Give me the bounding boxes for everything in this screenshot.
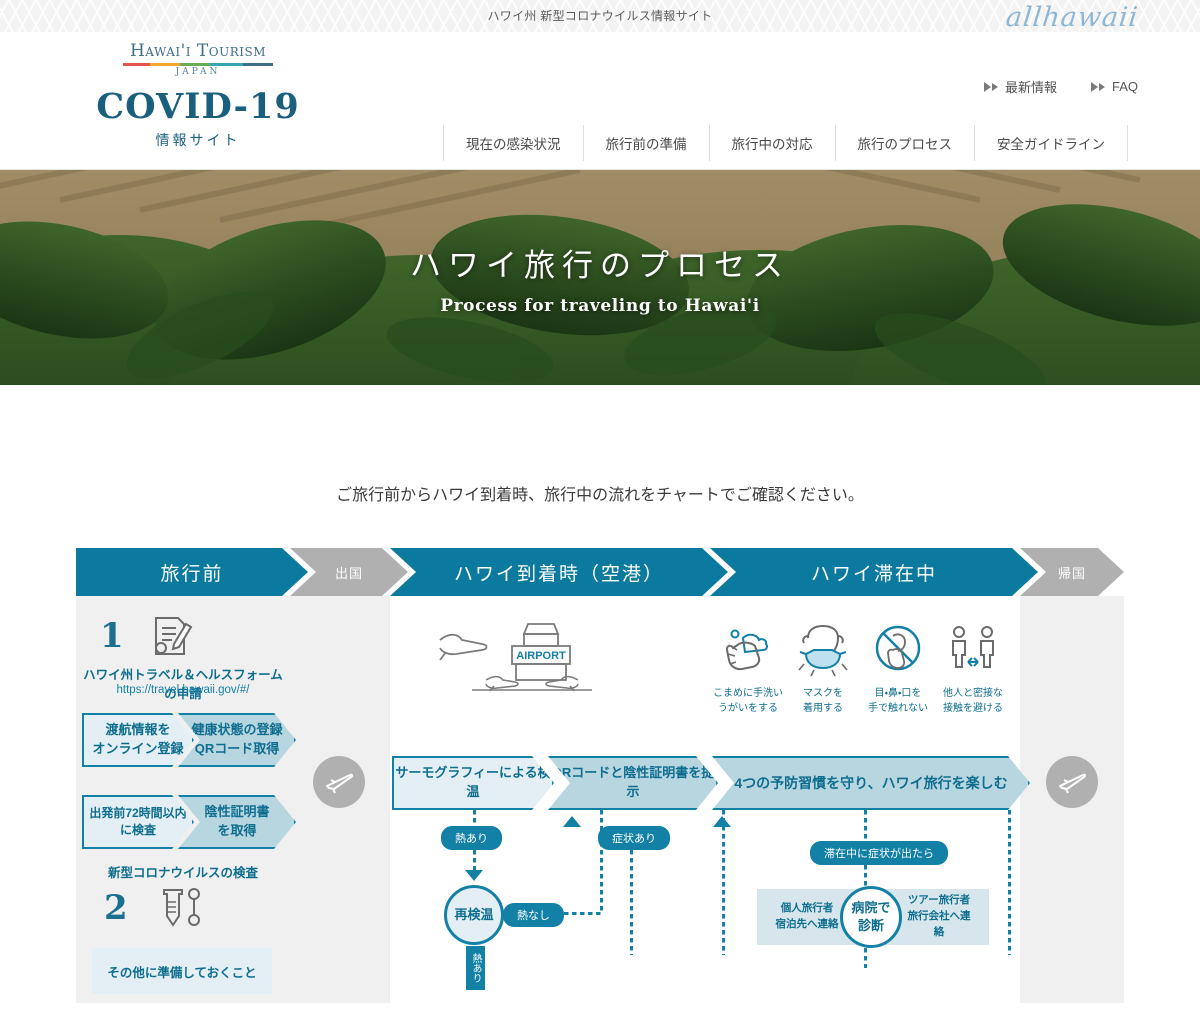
node-hospital-diagnosis: 病院で 診断 xyxy=(840,886,902,948)
nav-item-pre-travel-prep[interactable]: 旅行前の準備 xyxy=(582,125,709,161)
habit-no-face-touch-label: 目・鼻・口を 手で触れない xyxy=(868,688,928,714)
hospital-right-label: ツアー旅行者 旅行会社へ連絡 xyxy=(907,894,971,938)
airplane-departure-icon xyxy=(1059,773,1087,794)
hawaii-tourism-japan-text: JAPAN xyxy=(175,66,221,77)
arrival-step-qr-certificate: QRコードと陰性証明書を提示 xyxy=(548,756,718,810)
flow-line-symptom xyxy=(630,850,633,955)
pill-fever: 熱あり xyxy=(441,826,502,850)
nav-item-travel-process[interactable]: 旅行のプロセス xyxy=(834,125,975,161)
habit-social-distance-label: 他人と密接な 接触を避ける xyxy=(943,688,1003,714)
flow-line-qr-down xyxy=(600,810,603,914)
pre-travel-row2-step1: 出発前72時間以内 に検査 xyxy=(82,795,194,849)
pre-travel-step2-caption: 新型コロナウイルスの検査 xyxy=(107,866,258,880)
pre-travel-other-box[interactable]: その他に準備しておくこと xyxy=(92,948,272,994)
hero-banner: ハワイ旅行のプロセス Process for traveling to Hawa… xyxy=(0,170,1200,385)
flow-line-symptom-during xyxy=(864,810,867,842)
page-subtitle: 情報サイト xyxy=(155,131,241,148)
habit-hand-wash-label: こまめに手洗い うがいをする xyxy=(713,688,783,714)
nav-item-safety-guideline[interactable]: 安全ガイドライン xyxy=(974,125,1128,161)
document-pen-icon xyxy=(154,617,193,655)
return-plane-badge xyxy=(1046,756,1098,808)
label-fever-again: 熱あり xyxy=(466,946,485,990)
page-title: COVID-19 xyxy=(96,85,300,127)
staying-step-four-habits: 4つの予防習慣を守り、ハワイ旅行を楽しむ xyxy=(712,756,1030,810)
pre-travel-step1-url[interactable]: https://travel.hawaii.gov/#/ xyxy=(78,684,288,696)
hand-wash-icon xyxy=(725,629,768,671)
hero-title-jp: ハワイ旅行のプロセス xyxy=(410,247,790,283)
arrival-step-thermography: サーモグラフィーによる検温 xyxy=(392,756,554,810)
main-navigation: 現在の感染状況 旅行前の準備 旅行中の対応 旅行のプロセス 安全ガイドライン xyxy=(443,125,1128,161)
flow-line-hospital-down xyxy=(864,948,867,968)
utility-link-faq[interactable]: FAQ xyxy=(1090,79,1138,94)
pill-symptom-during-stay: 滞在中に症状が出たら xyxy=(810,841,948,865)
site-header: Hawai'i Tourism JAPAN COVID-19 情報サイト 最新情… xyxy=(0,32,1200,170)
social-distance-icon xyxy=(952,626,994,668)
pre-travel-step2-heading: 2 xyxy=(104,884,204,932)
travel-process-chart: 旅行前 出国 ハワイ到着時（空港） ハワイ滞在中 帰国 1 ハワイ州トラベル＆ヘ… xyxy=(0,548,1200,1003)
pill-no-fever: 熱なし xyxy=(503,903,564,927)
airport-icon-label: AIRPORT xyxy=(516,650,566,662)
utility-link-news-label: 最新情報 xyxy=(1004,80,1057,95)
stage-staying: ハワイ滞在中 xyxy=(710,548,1038,596)
flow-line-staying-left xyxy=(722,810,725,955)
airport-terminal-icon: AIRPORT xyxy=(439,623,592,692)
chevron-down-icon xyxy=(465,870,483,881)
double-triangle-icon xyxy=(983,81,998,92)
utility-link-faq-label: FAQ xyxy=(1111,79,1138,94)
flow-line-fever-2 xyxy=(473,850,476,870)
chevron-up-icon xyxy=(713,816,731,827)
utility-link-news[interactable]: 最新情報 xyxy=(983,77,1057,96)
nav-item-current-status[interactable]: 現在の感染状況 xyxy=(443,125,583,161)
pre-travel-step2-number: 2 xyxy=(104,888,128,928)
habit-no-face-touch: 目・鼻・口を 手で触れない xyxy=(860,624,936,716)
stage-arrival: ハワイ到着時（空港） xyxy=(390,548,728,596)
habit-hand-wash: こまめに手洗い うがいをする xyxy=(710,624,786,716)
hospital-left-label: 個人旅行者 宿泊先へ連絡 xyxy=(775,902,839,930)
allhawaii-logo[interactable]: allhawaii xyxy=(1004,2,1140,32)
habit-face-mask: マスクを 着用する xyxy=(785,624,861,716)
double-triangle-icon xyxy=(1090,81,1105,92)
node-recheck-temperature: 再検温 xyxy=(444,885,504,945)
pill-symptom: 症状あり xyxy=(598,826,670,850)
habit-face-mask-label: マスクを 着用する xyxy=(803,688,843,714)
pre-travel-step1-number: 1 xyxy=(100,616,124,656)
flow-line-staying-right xyxy=(1008,810,1011,955)
habit-social-distance: 他人と密接な 接触を避ける xyxy=(935,624,1011,716)
stage-pre-travel: 旅行前 xyxy=(76,548,308,596)
site-logo[interactable]: Hawai'i Tourism JAPAN COVID-19 情報サイト xyxy=(78,42,318,150)
nav-item-during-travel[interactable]: 旅行中の対応 xyxy=(708,125,835,161)
pre-travel-row1-step1: 渡航情報を オンライン登録 xyxy=(82,713,194,767)
hero-title-en: Process for traveling to Hawai'i xyxy=(440,295,760,316)
rainbow-rule xyxy=(123,62,273,66)
hawaii-tourism-logo-text: Hawai'i Tourism xyxy=(129,41,267,61)
pre-travel-step1-heading: 1 xyxy=(100,610,196,662)
intro-text: ご旅行前からハワイ到着時、旅行中の流れをチャートでご確認ください。 xyxy=(336,487,864,504)
stage-return-label: 帰国 xyxy=(1020,548,1124,596)
departure-plane-badge xyxy=(313,756,365,808)
hero-text: ハワイ旅行のプロセス Process for traveling to Hawa… xyxy=(0,170,1200,385)
test-tube-swab-icon xyxy=(162,888,200,927)
flow-line-no-fever xyxy=(556,912,602,915)
chevron-up-icon xyxy=(563,816,581,827)
stage-return: 帰国 xyxy=(1020,548,1124,596)
top-utility-bar: ハワイ州 新型コロナウイルス情報サイト allhawaii xyxy=(0,0,1200,32)
airplane-departure-icon xyxy=(326,773,354,794)
face-mask-icon xyxy=(798,624,848,677)
stage-arrival-label: ハワイ到着時（空港） xyxy=(390,548,728,596)
no-face-touch-icon xyxy=(875,625,921,671)
stage-pre-travel-label: 旅行前 xyxy=(76,548,308,596)
stage-staying-label: ハワイ滞在中 xyxy=(710,548,1038,596)
utility-links: 最新情報 FAQ xyxy=(983,77,1138,96)
